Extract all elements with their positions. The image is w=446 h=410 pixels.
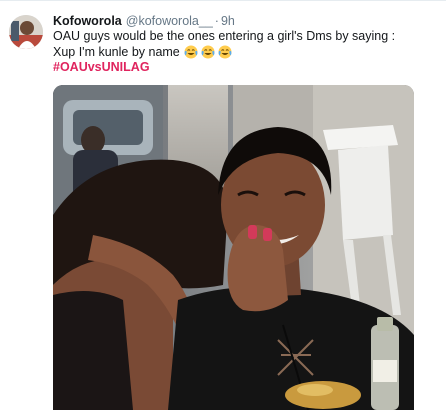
face-with-tears-of-joy-icon <box>184 45 198 58</box>
avatar[interactable] <box>9 15 43 49</box>
tweet-text-line-2: Xup I'm kunle by name <box>53 45 423 61</box>
tweet-photo[interactable] <box>53 85 414 410</box>
divider <box>0 0 446 1</box>
display-name[interactable]: Kofoworola <box>53 14 122 28</box>
separator-dot: · <box>214 14 219 28</box>
face-with-tears-of-joy-icon <box>218 45 232 58</box>
user-handle[interactable]: @kofoworola__ <box>126 14 213 28</box>
emoji-group <box>184 45 232 59</box>
face-with-tears-of-joy-icon <box>201 45 215 58</box>
hashtag-link[interactable]: #OAUvsUNILAG <box>53 60 423 76</box>
tweet-text-line-1: OAU guys would be the ones entering a gi… <box>53 29 396 43</box>
tweet-card[interactable]: Kofoworola @kofoworola__ · 9h OAU guys woul… <box>0 0 446 410</box>
tweet-text-line-2-content: Xup I'm kunle by name <box>53 44 180 59</box>
photo-illustration <box>53 85 414 410</box>
tweet-header: Kofoworola @kofoworola__ · 9h <box>53 13 436 29</box>
timestamp-link[interactable]: 9h <box>221 14 235 28</box>
tweet-text: OAU guys would be the ones entering a gi… <box>53 29 423 76</box>
